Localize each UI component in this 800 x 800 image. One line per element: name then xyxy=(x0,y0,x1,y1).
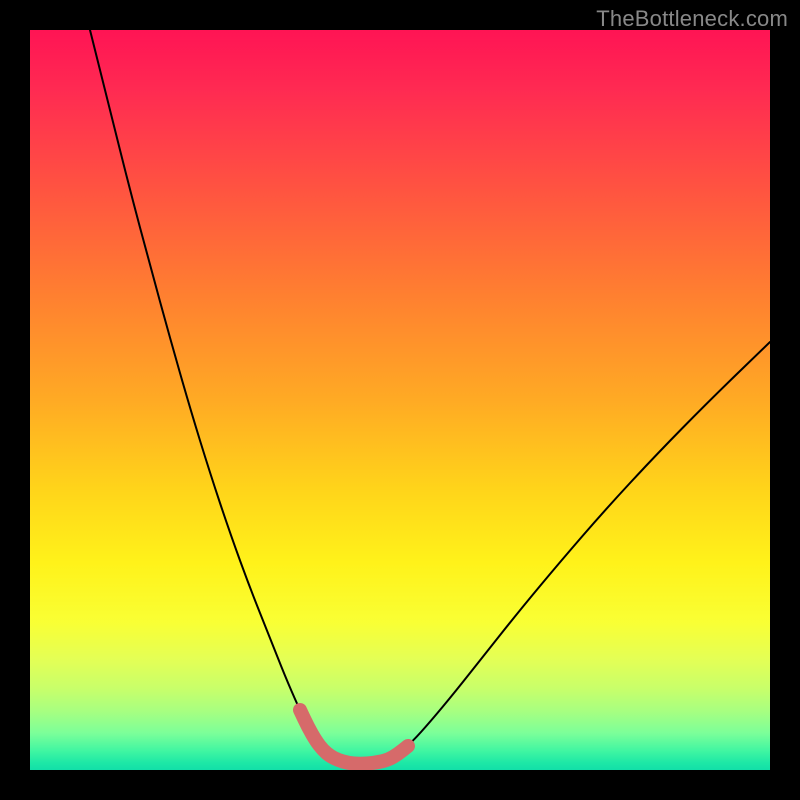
curves-svg xyxy=(30,30,770,770)
curve-layer xyxy=(90,30,770,764)
chart-frame: TheBottleneck.com xyxy=(0,0,800,800)
left-curve xyxy=(90,30,388,764)
valley-highlight xyxy=(300,710,408,764)
watermark-label: TheBottleneck.com xyxy=(596,6,788,32)
right-curve xyxy=(388,342,770,760)
